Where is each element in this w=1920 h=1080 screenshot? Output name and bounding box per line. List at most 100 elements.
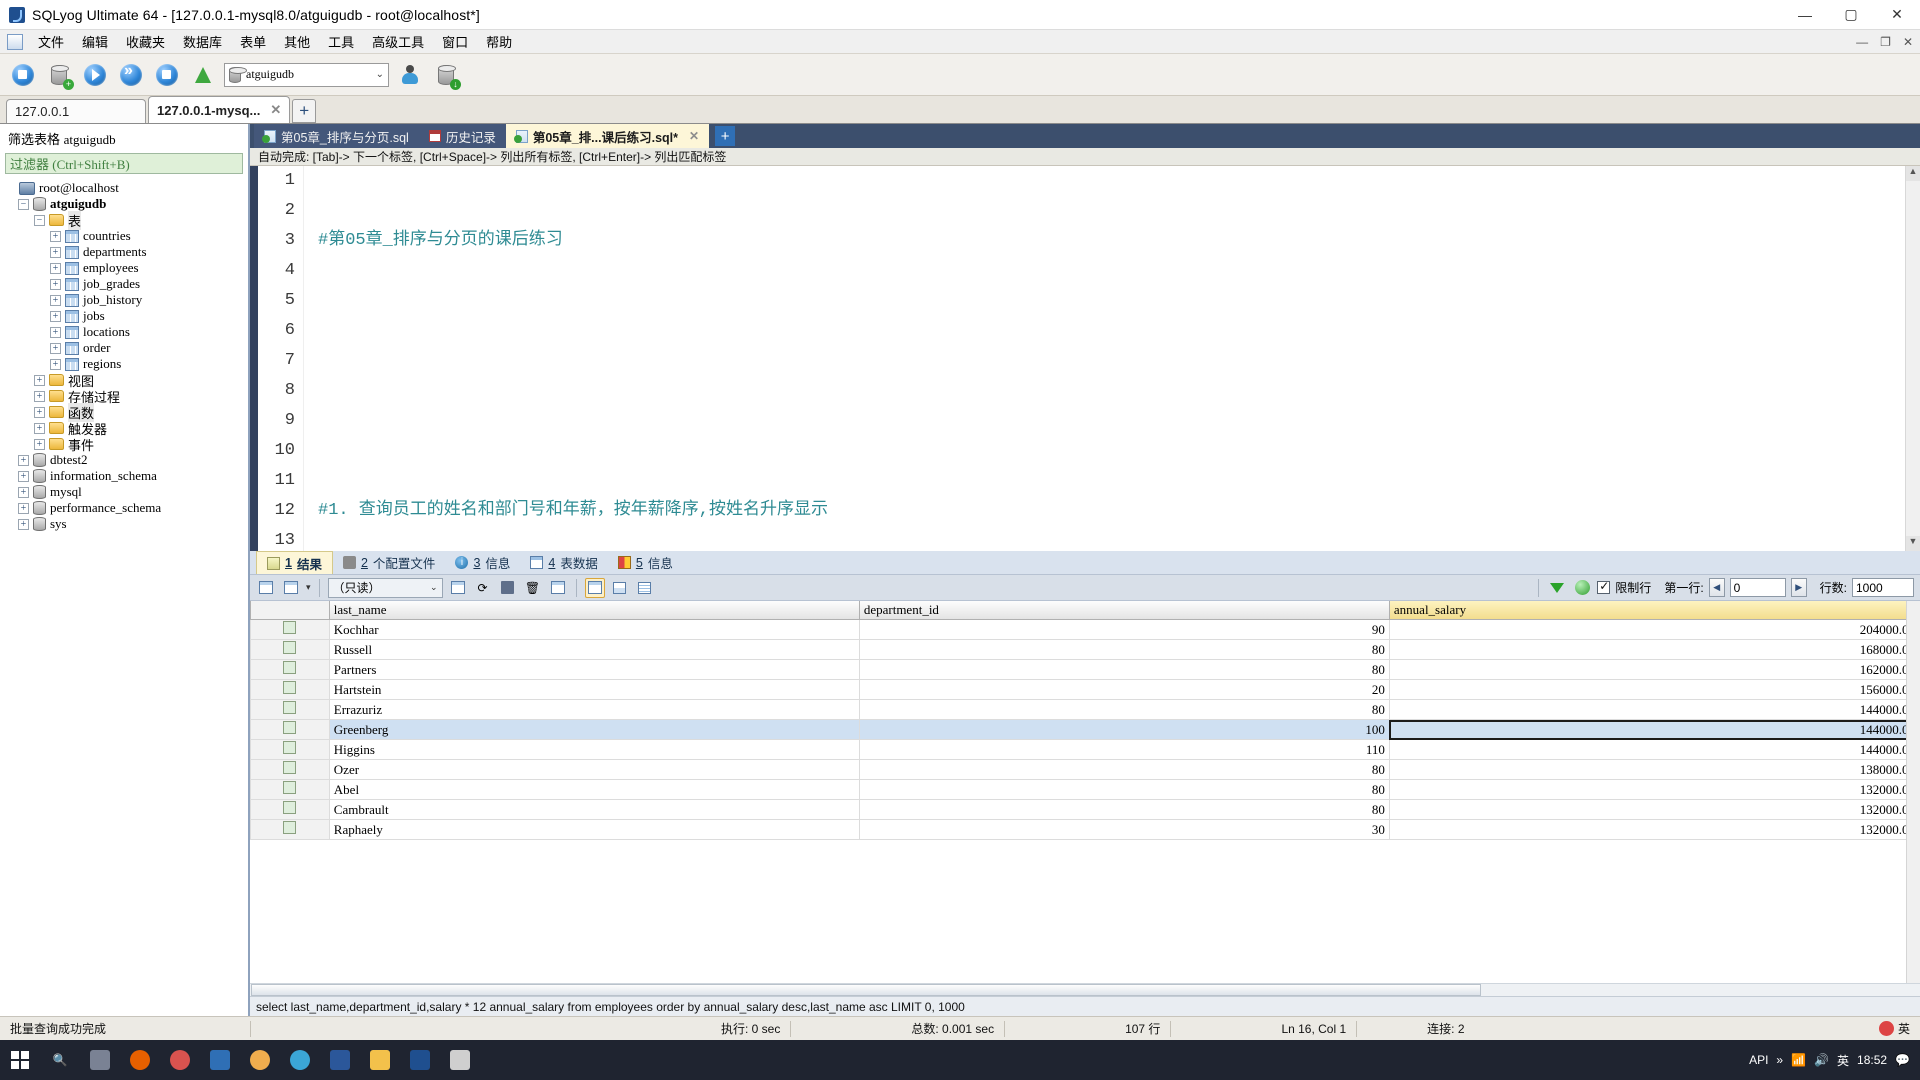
cell-annual-salary-selected[interactable]: 144000.00: [1388, 719, 1920, 740]
tree-node-database[interactable]: + sys: [4, 516, 248, 532]
row-selector[interactable]: [250, 639, 330, 660]
expand-icon[interactable]: +: [50, 278, 61, 290]
tree-node-table[interactable]: + departments: [4, 244, 248, 260]
execute-all-icon[interactable]: [116, 60, 146, 90]
table-row[interactable]: Raphaely 30 132000.00: [250, 819, 1920, 840]
tree-node-functions-folder[interactable]: + 函数: [4, 402, 248, 422]
table-row[interactable]: Errazuriz 80 144000.00: [250, 699, 1920, 720]
maximize-button[interactable]: ▢: [1828, 0, 1874, 30]
cell-department-id[interactable]: 80: [858, 799, 1390, 820]
filter-icon[interactable]: [1547, 578, 1567, 598]
stop-icon[interactable]: [152, 60, 182, 90]
expand-icon[interactable]: +: [50, 230, 61, 242]
expand-icon[interactable]: +: [34, 374, 45, 386]
new-connection-icon[interactable]: [8, 60, 38, 90]
tree-node-table[interactable]: + jobs: [4, 308, 248, 324]
menu-item-file[interactable]: 文件: [29, 29, 73, 54]
sql-editor[interactable]: 1 2 3 4 5 6 7 8 9 10 11 12 13 #第05章_排序与分…: [250, 166, 1920, 551]
edge-icon[interactable]: [280, 1040, 320, 1080]
expand-icon[interactable]: +: [18, 454, 29, 466]
cell-department-id[interactable]: 80: [858, 759, 1390, 780]
editor-vertical-scrollbar[interactable]: ▲ ▼: [1905, 166, 1920, 551]
checkbox-icon[interactable]: [283, 641, 297, 654]
delete-row-icon[interactable]: 🗑: [523, 578, 543, 598]
insert-row-icon[interactable]: [256, 578, 276, 598]
row-selector[interactable]: [250, 739, 330, 760]
database-selector[interactable]: atguigudb ⌄: [224, 62, 389, 87]
cell-last-name[interactable]: Cambrault: [328, 799, 860, 820]
expand-icon[interactable]: +: [50, 326, 61, 338]
menu-item-form[interactable]: 表单: [231, 29, 275, 54]
checkbox-icon[interactable]: [283, 681, 297, 694]
cell-annual-salary[interactable]: 138000.00: [1388, 759, 1920, 780]
tree-node-events-folder[interactable]: + 事件: [4, 436, 248, 453]
results-grid[interactable]: last_name department_id annual_salary Ko…: [250, 601, 1920, 983]
mdi-minimize-button[interactable]: —: [1853, 35, 1871, 49]
save-changes-icon[interactable]: [498, 578, 518, 598]
first-row-input[interactable]: 0: [1729, 578, 1786, 597]
close-icon[interactable]: ✕: [689, 129, 699, 143]
tree-node-table[interactable]: + locations: [4, 324, 248, 340]
row-selector[interactable]: [250, 719, 330, 740]
system-menu-icon[interactable]: [7, 33, 23, 50]
first-row-prev-button[interactable]: ◀: [1708, 578, 1725, 597]
cell-annual-salary[interactable]: 144000.00: [1388, 699, 1920, 720]
connection-tab-2[interactable]: 127.0.0.1-mysq... ✕: [148, 96, 291, 123]
cell-last-name[interactable]: Abel: [328, 779, 860, 800]
row-selector[interactable]: [250, 799, 330, 820]
cell-last-name[interactable]: Ozer: [328, 759, 860, 780]
checkbox-icon[interactable]: [283, 661, 297, 674]
cell-last-name[interactable]: Raphaely: [328, 819, 860, 840]
folder-icon[interactable]: [360, 1040, 400, 1080]
tree-node-table[interactable]: + regions: [4, 356, 248, 372]
row-count-input[interactable]: 1000: [1852, 578, 1914, 597]
cell-annual-salary[interactable]: 156000.00: [1388, 679, 1920, 700]
tree-node-database[interactable]: + information_schema: [4, 468, 248, 484]
table-row[interactable]: Ozer 80 138000.00: [250, 759, 1920, 780]
cell-annual-salary[interactable]: 132000.00: [1388, 819, 1920, 840]
tray-overflow-icon[interactable]: »: [1776, 1053, 1783, 1067]
add-connection-tab-button[interactable]: +: [292, 99, 317, 123]
table-row[interactable]: Higgins 110 144000.00: [250, 739, 1920, 760]
sql-code-area[interactable]: #第05章_排序与分页的课后练习 #1. 查询员工的姓名和部门号和年薪，按年薪降…: [304, 166, 1920, 551]
row-selector[interactable]: [250, 619, 330, 640]
close-icon[interactable]: ✕: [270, 102, 281, 118]
minimize-button[interactable]: —: [1782, 0, 1828, 30]
expand-icon[interactable]: +: [18, 470, 29, 482]
cell-last-name[interactable]: Russell: [328, 639, 860, 660]
tree-node-table[interactable]: + job_history: [4, 292, 248, 308]
cancel-changes-icon[interactable]: [548, 578, 568, 598]
expand-icon[interactable]: +: [50, 262, 61, 274]
start-icon[interactable]: [0, 1040, 40, 1080]
cell-annual-salary[interactable]: 168000.00: [1388, 639, 1920, 660]
duplicate-row-icon[interactable]: [281, 578, 301, 598]
expand-icon[interactable]: +: [34, 438, 45, 450]
execute-icon[interactable]: [80, 60, 110, 90]
cell-department-id[interactable]: 80: [858, 779, 1390, 800]
checkbox-icon[interactable]: [283, 821, 297, 834]
tray-network-icon[interactable]: 📶: [1791, 1053, 1806, 1067]
column-header-annual-salary[interactable]: annual_salary: [1388, 601, 1920, 620]
firefox-icon[interactable]: [120, 1040, 160, 1080]
table-row[interactable]: Russell 80 168000.00: [250, 639, 1920, 660]
duplicate-record-icon[interactable]: ⟳: [473, 578, 493, 598]
cell-last-name[interactable]: Partners: [328, 659, 860, 680]
cell-department-id[interactable]: 100: [858, 719, 1390, 740]
expand-icon[interactable]: +: [50, 358, 61, 370]
user-manager-icon[interactable]: [395, 60, 425, 90]
mail-icon[interactable]: [200, 1040, 240, 1080]
tree-node-database-atguigudb[interactable]: − atguigudb: [4, 196, 248, 212]
scroll-up-icon[interactable]: ▲: [1906, 166, 1920, 181]
cell-annual-salary[interactable]: 132000.00: [1388, 779, 1920, 800]
cell-last-name[interactable]: Kochhar: [328, 619, 860, 640]
ime-indicator[interactable]: 英: [1869, 1017, 1920, 1041]
results-tab-messages[interactable]: 5 信息: [608, 551, 683, 574]
expand-icon[interactable]: +: [50, 294, 61, 306]
cell-department-id[interactable]: 80: [858, 699, 1390, 720]
mdi-restore-button[interactable]: ❐: [1877, 35, 1894, 49]
checkbox-icon[interactable]: [283, 781, 297, 794]
tree-node-views-folder[interactable]: + 视图: [4, 372, 248, 389]
results-tab-profile[interactable]: 2 个配置文件: [333, 551, 445, 574]
row-selector[interactable]: [250, 659, 330, 680]
wechat-icon[interactable]: [240, 1040, 280, 1080]
